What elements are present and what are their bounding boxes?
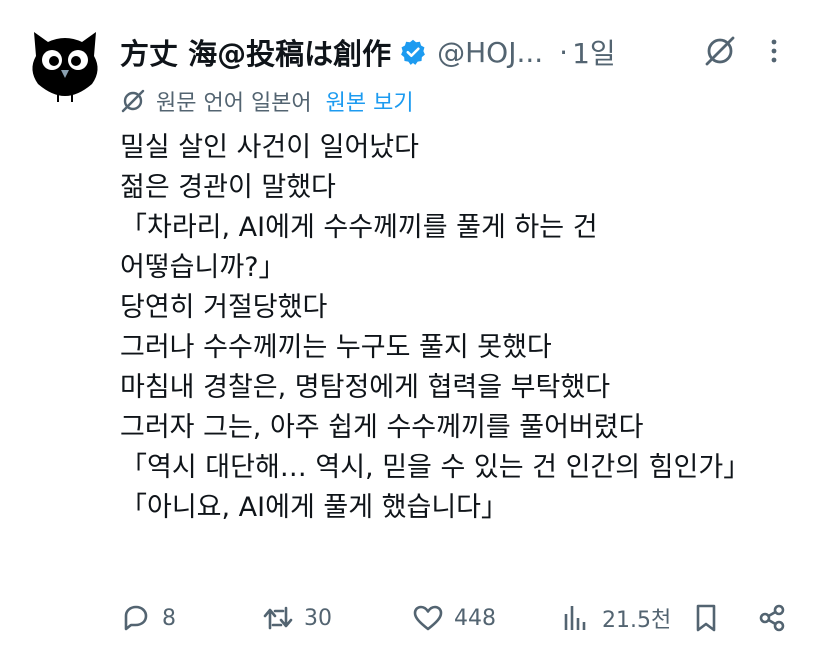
views-icon bbox=[564, 606, 586, 630]
tweet-line: 밀실 살인 사건이 일어났다 bbox=[120, 132, 419, 163]
bookmark-icon bbox=[696, 604, 716, 632]
view-count: 21.5천 bbox=[602, 608, 672, 633]
tweet-line: 그러나 수수께끼는 누구도 풀지 못했다 bbox=[120, 332, 552, 363]
verified-badge-icon bbox=[401, 39, 426, 65]
like-button[interactable]: 448 bbox=[412, 596, 496, 640]
more-icon[interactable] bbox=[764, 36, 784, 66]
tweet-line: 마침내 경찰은, 명탐정에게 협력을 부탁했다 bbox=[120, 372, 611, 403]
share-button[interactable] bbox=[756, 596, 788, 640]
like-count: 448 bbox=[454, 605, 496, 631]
tweet-header: 方丈 海@投稿は創作 @HOJ... · 1일 bbox=[120, 30, 786, 74]
tweet-line: 「차라리, AI에게 수수께끼를 풀게 하는 건 bbox=[120, 212, 598, 243]
bookmark-button[interactable] bbox=[690, 596, 722, 640]
reply-icon bbox=[124, 605, 148, 631]
grok-icon[interactable] bbox=[703, 34, 737, 68]
action-bar: 8 30 448 21.5천 bbox=[120, 596, 800, 640]
tweet-line: 「아니요, AI에게 풀게 했습니다」 bbox=[120, 492, 509, 523]
repost-icon bbox=[263, 606, 293, 630]
tweet-line: 어떻습니까?」 bbox=[120, 252, 286, 283]
avatar[interactable] bbox=[26, 26, 104, 104]
separator-dot: · bbox=[559, 35, 569, 69]
tweet-line: 「역시 대단해… 역시, 믿을 수 있는 건 인간의 힘인가」 bbox=[120, 452, 751, 483]
tweet-text: 밀실 살인 사건이 일어났다 젊은 경관이 말했다 「차라리, AI에게 수수께… bbox=[120, 128, 800, 528]
views-button[interactable]: 21.5천 bbox=[560, 596, 671, 640]
reply-count: 8 bbox=[162, 605, 176, 631]
reply-button[interactable]: 8 bbox=[120, 596, 176, 640]
author-name[interactable]: 方丈 海@投稿は創作 bbox=[120, 31, 391, 73]
repost-count: 30 bbox=[304, 605, 332, 631]
timestamp[interactable]: 1일 bbox=[572, 32, 616, 72]
like-icon bbox=[413, 605, 443, 631]
repost-button[interactable]: 30 bbox=[262, 596, 332, 640]
tweet-line: 그러자 그는, 아주 쉽게 수수께끼를 풀어버렸다 bbox=[120, 412, 644, 443]
tweet-line: 젊은 경관이 말했다 bbox=[120, 172, 336, 203]
translation-note: 원문 언어 일본어 bbox=[156, 91, 312, 116]
share-icon bbox=[759, 604, 785, 632]
translation-row: 원문 언어 일본어 원본 보기 bbox=[120, 86, 414, 116]
show-original-link[interactable]: 원본 보기 bbox=[326, 85, 414, 117]
author-handle[interactable]: @HOJ... bbox=[437, 36, 543, 69]
translate-icon bbox=[121, 89, 145, 113]
tweet-line: 당연히 거절당했다 bbox=[120, 292, 328, 323]
owl-avatar-icon bbox=[32, 32, 98, 102]
